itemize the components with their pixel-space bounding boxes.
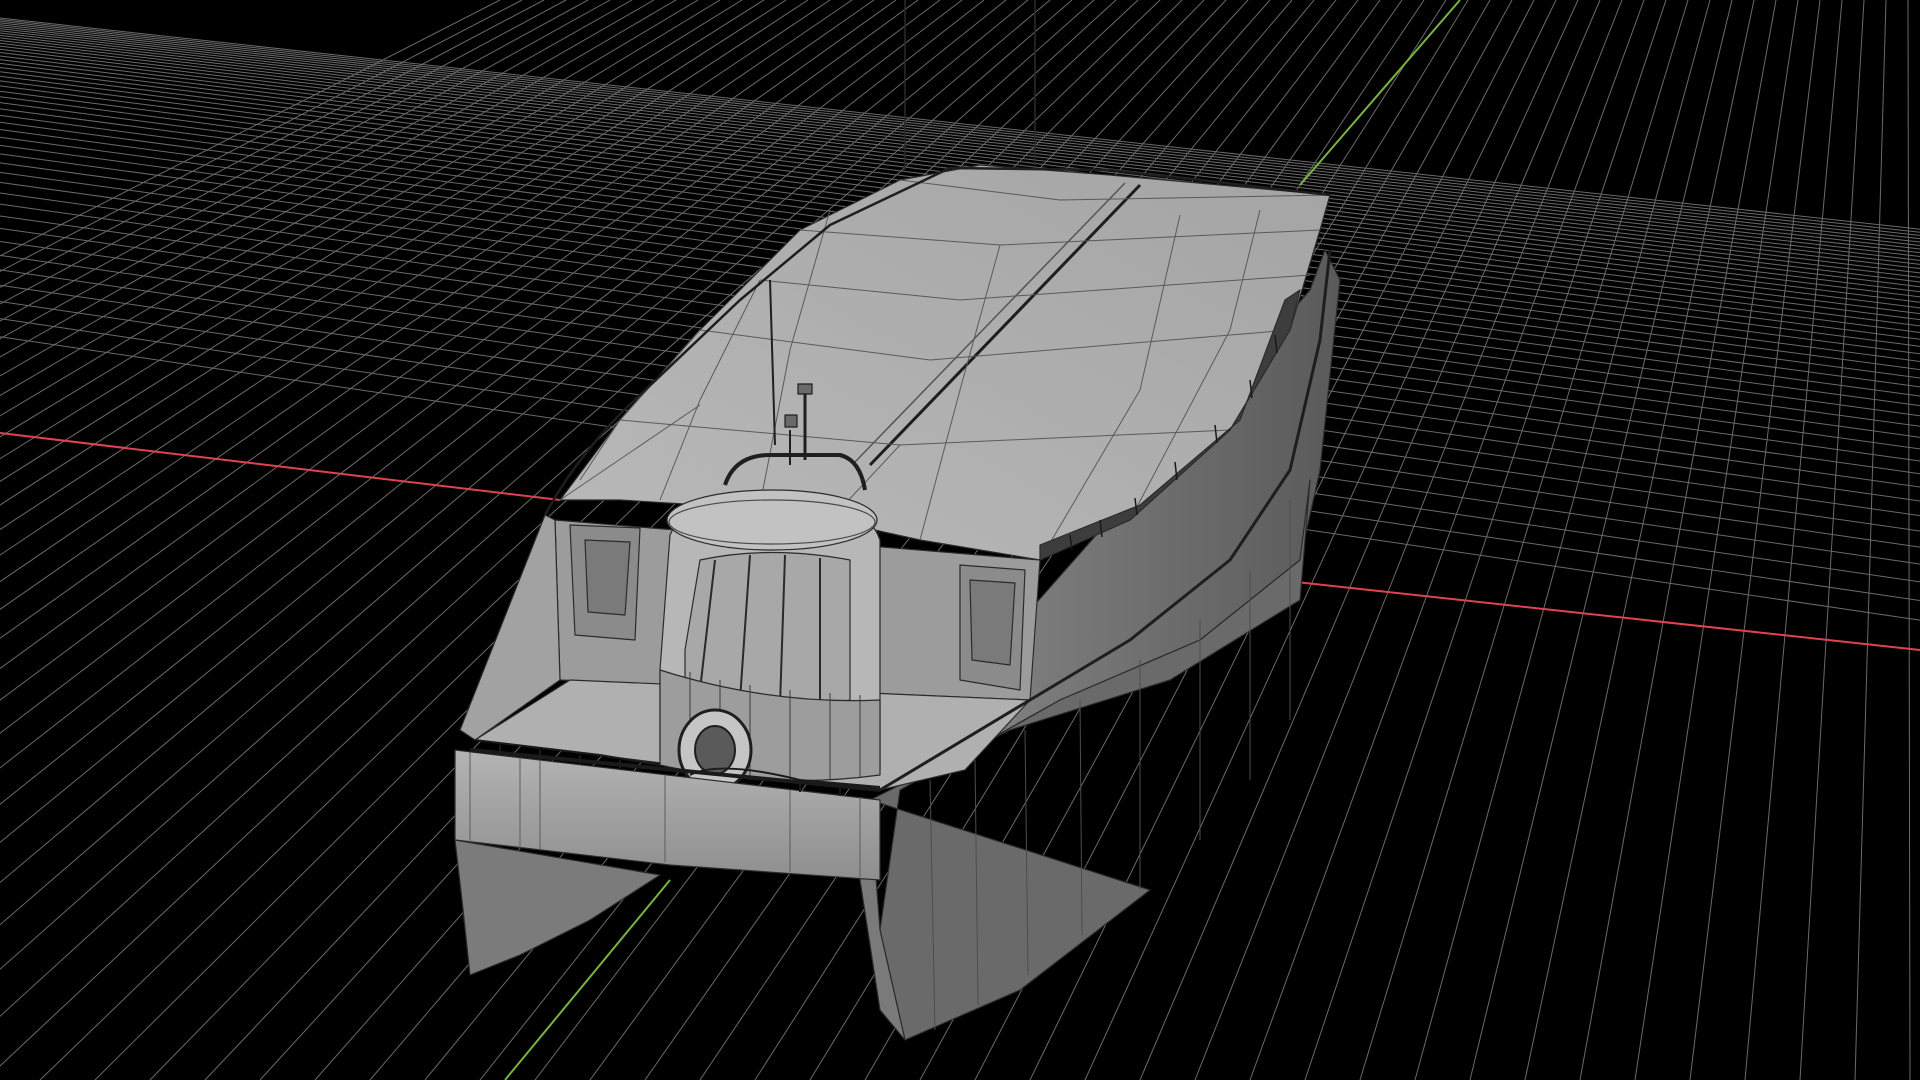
helm-pod-cap [666, 489, 878, 551]
port-door-inner [584, 539, 631, 616]
starboard-door-inner [969, 579, 1016, 666]
viewport-canvas[interactable] [0, 0, 1920, 1080]
3d-viewport[interactable] [0, 0, 1920, 1080]
